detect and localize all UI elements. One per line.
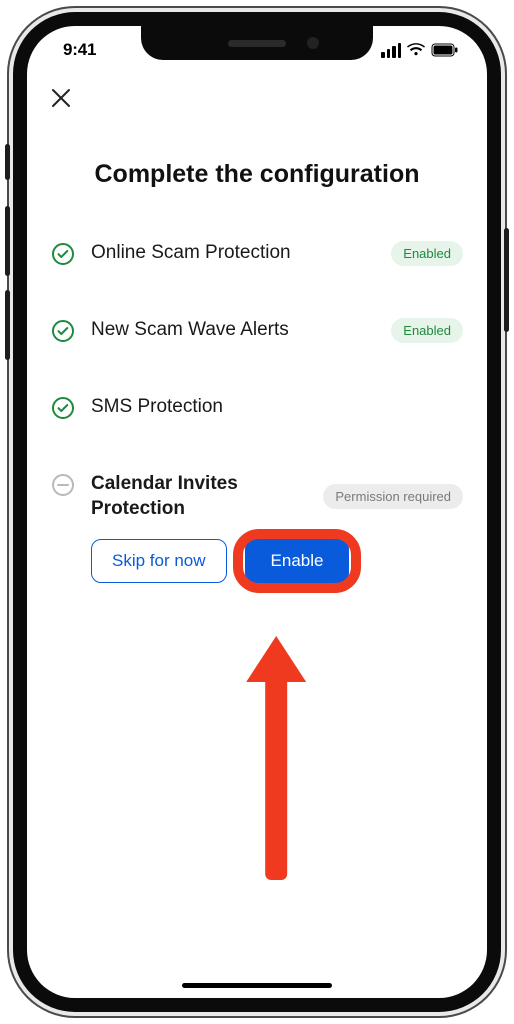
feature-online-scam-protection: Online Scam Protection Enabled bbox=[51, 241, 463, 266]
phone-frame: 9:41 bbox=[7, 6, 507, 1018]
feature-label: SMS Protection bbox=[91, 395, 463, 420]
volume-up-button bbox=[5, 206, 10, 276]
action-row: Skip for now Enable bbox=[91, 539, 463, 583]
check-circle-icon bbox=[51, 319, 75, 343]
front-camera bbox=[307, 37, 319, 49]
speaker-grille bbox=[228, 40, 286, 47]
feature-label: New Scam Wave Alerts bbox=[91, 318, 375, 343]
enable-button[interactable]: Enable bbox=[245, 539, 350, 583]
close-icon bbox=[50, 87, 72, 114]
skip-button[interactable]: Skip for now bbox=[91, 539, 227, 583]
status-badge-permission-required: Permission required bbox=[323, 484, 463, 509]
feature-label: Online Scam Protection bbox=[91, 241, 375, 266]
cellular-signal-icon bbox=[381, 43, 401, 58]
feature-label: Calendar Invites Protection bbox=[91, 472, 307, 521]
home-indicator bbox=[182, 983, 332, 988]
wifi-icon bbox=[407, 43, 425, 57]
skip-button-label: Skip for now bbox=[112, 551, 206, 571]
mute-switch bbox=[5, 144, 10, 180]
power-button bbox=[504, 228, 509, 332]
minus-circle-icon bbox=[51, 473, 75, 497]
close-button[interactable] bbox=[47, 86, 75, 114]
status-badge-enabled: Enabled bbox=[391, 318, 463, 343]
enable-button-label: Enable bbox=[271, 551, 324, 571]
check-circle-icon bbox=[51, 396, 75, 420]
check-circle-icon bbox=[51, 242, 75, 266]
page-title: Complete the configuration bbox=[51, 160, 463, 189]
status-time: 9:41 bbox=[63, 40, 96, 60]
notch bbox=[141, 26, 373, 60]
feature-calendar-invites-protection: Calendar Invites Protection Permission r… bbox=[51, 472, 463, 583]
status-badge-enabled: Enabled bbox=[391, 241, 463, 266]
battery-icon bbox=[431, 43, 459, 57]
feature-new-scam-wave-alerts: New Scam Wave Alerts Enabled bbox=[51, 318, 463, 343]
feature-sms-protection: SMS Protection bbox=[51, 395, 463, 420]
volume-down-button bbox=[5, 290, 10, 360]
screen: 9:41 bbox=[27, 26, 487, 998]
feature-list: Online Scam Protection Enabled New Scam … bbox=[51, 241, 463, 583]
